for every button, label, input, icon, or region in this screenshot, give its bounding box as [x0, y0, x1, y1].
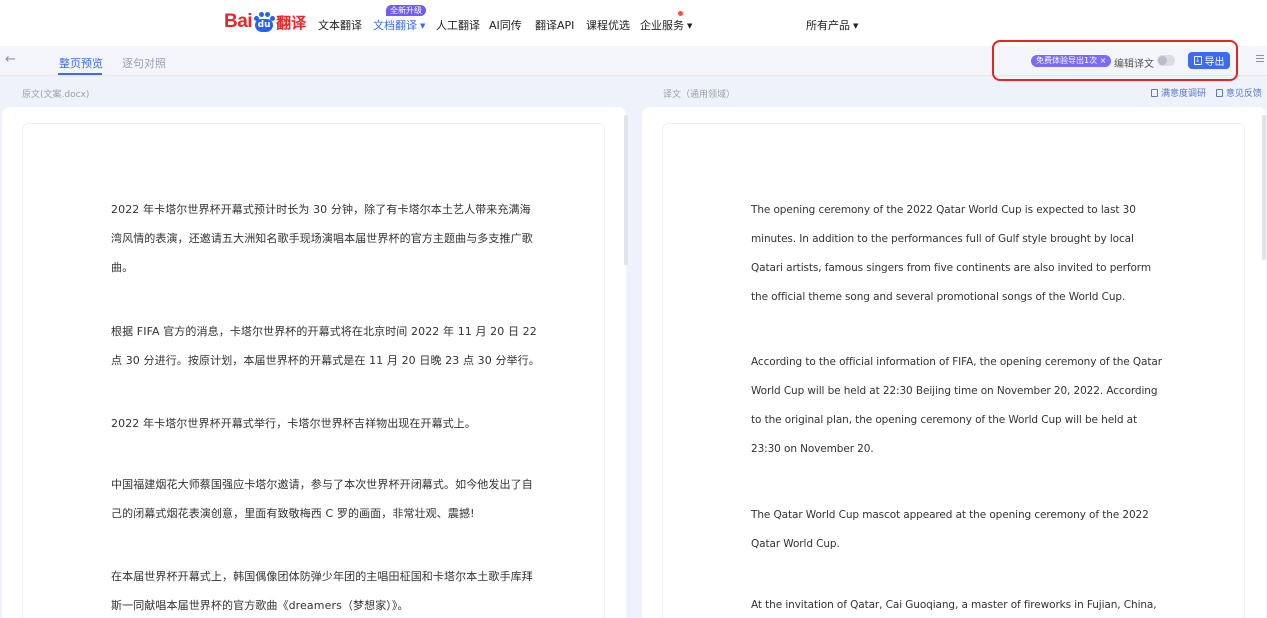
nav-document-translate[interactable]: 文档翻译 ▼ [373, 17, 425, 33]
list-menu-icon[interactable] [1256, 55, 1264, 64]
notification-dot [678, 11, 683, 16]
feedback-link[interactable]: 意见反馈 [1215, 89, 1262, 99]
source-paragraph: 根据 FIFA 官方的消息，卡塔尔世界杯的开幕式将在北京时间 2022 年 11… [111, 325, 540, 367]
source-file-label: 原文(文案.docx) [22, 90, 90, 100]
source-paragraph: 2022 年卡塔尔世界杯开幕式举行，卡塔尔世界杯吉祥物出现在开幕式上。 [111, 417, 476, 430]
nav-courses[interactable]: 课程优选 [586, 17, 630, 33]
translation-paragraph: At the invitation of Qatar, Cai Guoqiang… [751, 599, 1157, 611]
export-icon: ↓ [1193, 56, 1202, 65]
translation-paragraph: The opening ceremony of the 2022 Qatar W… [751, 204, 1151, 303]
translation-domain-label: 译文（通用领域） [663, 90, 736, 100]
chevron-down-icon: ▼ [687, 22, 693, 30]
nav-all-products[interactable]: 所有产品 ▼ [806, 17, 858, 33]
translation-paragraph: The Qatar World Cup mascot appeared at t… [751, 509, 1149, 550]
nav-human-translate[interactable]: 人工翻译 [436, 17, 480, 33]
nav-ai-interpreting[interactable]: AI同传 [489, 17, 522, 33]
mail-icon [1215, 89, 1223, 97]
nav-text-translate[interactable]: 文本翻译 [318, 17, 362, 33]
chevron-down-icon: ▼ [420, 22, 426, 30]
chevron-down-icon: ▼ [853, 22, 859, 30]
translation-scrollbar[interactable] [1262, 115, 1266, 260]
logo-bai-text: Bai [224, 11, 253, 32]
free-trial-badge[interactable]: 免费体验导出1次 × [1031, 55, 1112, 67]
nav-enterprise-services[interactable]: 企业服务 ▼ [640, 17, 692, 33]
nav-translate-api[interactable]: 翻译API [535, 17, 574, 33]
source-scrollbar[interactable] [624, 115, 628, 265]
survey-link[interactable]: 满意度调研 [1151, 89, 1206, 99]
paw-icon: du [253, 12, 276, 32]
logo-yi-text: 翻译 [276, 13, 307, 32]
source-paragraph: 2022 年卡塔尔世界杯开幕式预计时长为 30 分钟，除了有卡塔尔本土艺人带来充… [111, 203, 533, 274]
source-paragraph: 在本届世界杯开幕式上，韩国偶像团体防弹少年团的主唱田柾国和卡塔尔本土歌手库拜斯一… [111, 570, 533, 612]
export-button[interactable]: ↓ 导出 [1188, 52, 1230, 69]
tab-sentence-compare[interactable]: 逐句对照 [122, 55, 166, 71]
tab-full-page-preview[interactable]: 整页预览 [59, 55, 103, 71]
export-label: 导出 [1204, 57, 1225, 68]
translation-paragraph: According to the official information of… [751, 356, 1162, 455]
edit-translation-toggle[interactable] [1157, 55, 1175, 66]
edit-translation-label: 编辑译文 [1114, 59, 1154, 70]
source-paragraph: 中国福建烟花大师蔡国强应卡塔尔邀请，参与了本次世界杯开闭幕式。如今他发出了自己的… [111, 478, 533, 520]
survey-icon [1151, 89, 1158, 97]
back-arrow-icon[interactable]: ← [5, 52, 16, 67]
active-tab-indicator [58, 73, 102, 75]
new-upgrade-badge: 全新升级 [386, 5, 426, 16]
baidu-translate-logo[interactable]: Bai du 翻译 [224, 9, 306, 35]
